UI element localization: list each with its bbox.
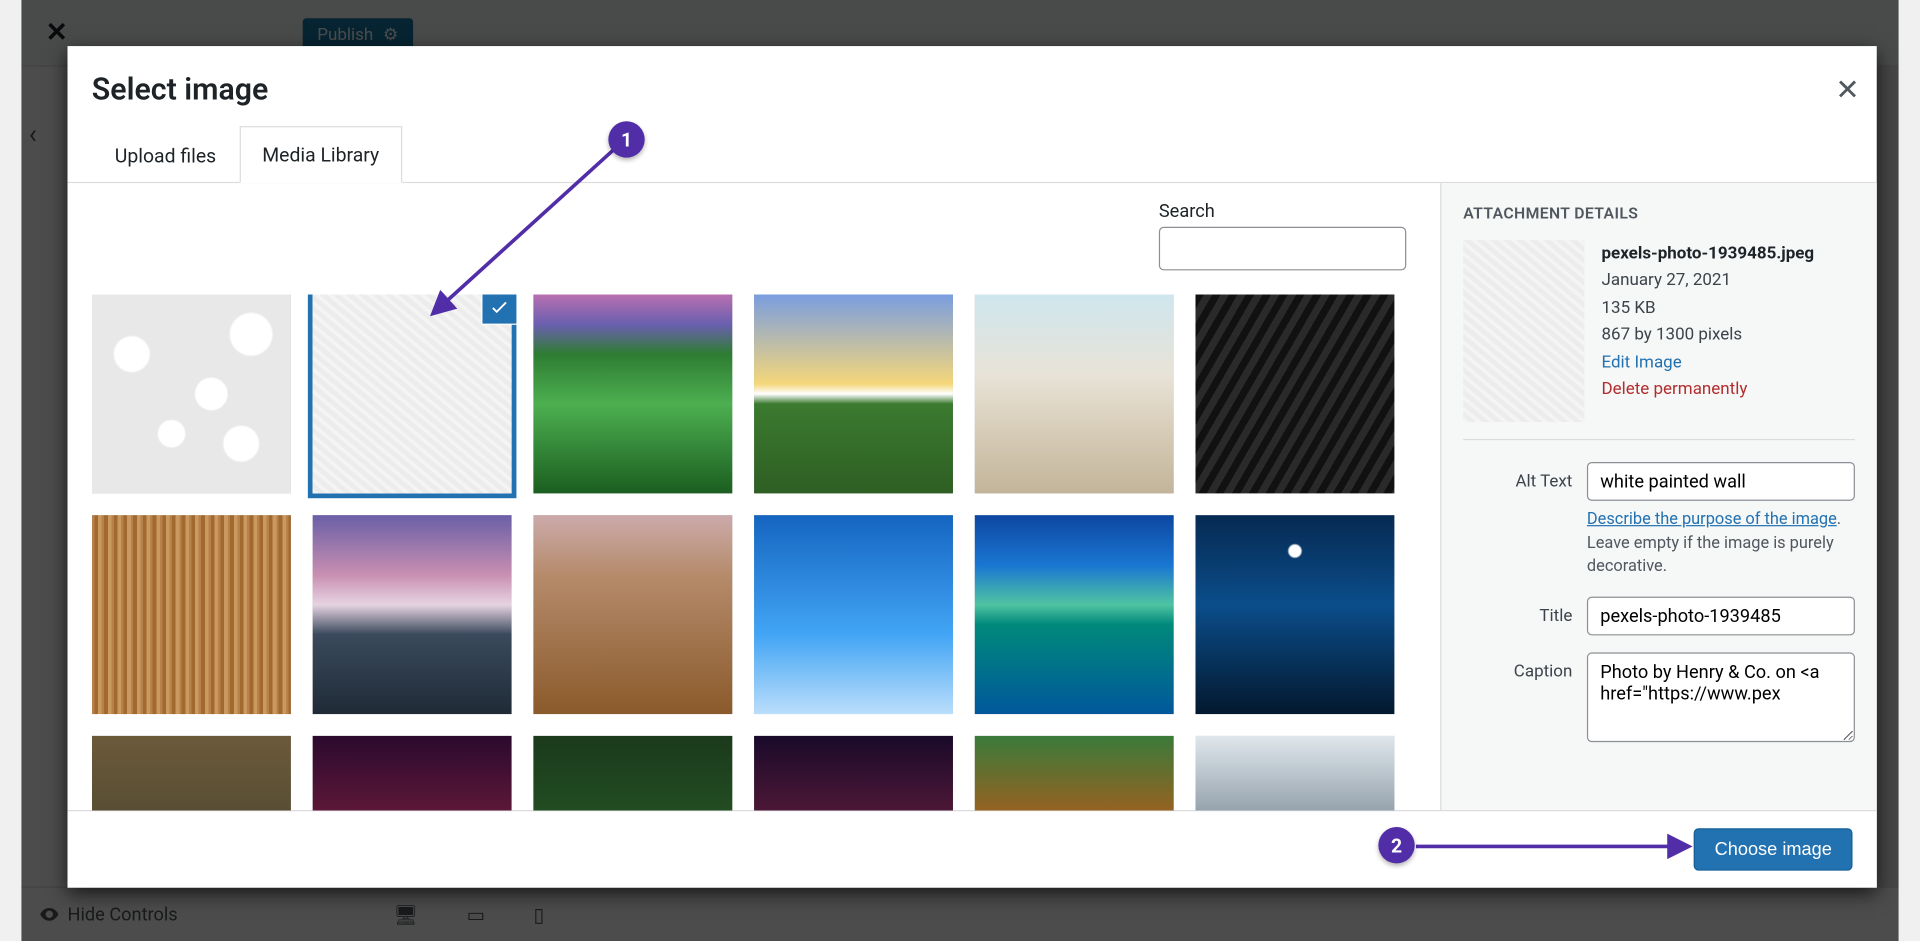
search-input[interactable] [1159, 227, 1406, 271]
media-thumb[interactable] [1195, 515, 1394, 714]
choose-image-button[interactable]: Choose image [1694, 828, 1853, 870]
modal-header: Select image ✕ [68, 46, 1877, 113]
attachment-meta-row: pexels-photo-1939485.jpeg January 27, 20… [1463, 240, 1855, 422]
callout-2: 2 [1378, 827, 1414, 863]
alt-help-link[interactable]: Describe the purpose of the image [1587, 509, 1837, 528]
media-thumb[interactable] [754, 295, 953, 494]
separator [1463, 439, 1855, 440]
media-thumb[interactable] [975, 736, 1174, 810]
attachment-details-heading: ATTACHMENT DETAILS [1463, 205, 1855, 223]
media-library-area: Search [68, 183, 1441, 810]
caption-textarea[interactable] [1587, 652, 1855, 742]
media-thumb[interactable] [92, 295, 291, 494]
search-group: Search [1159, 200, 1406, 270]
media-grid-scroll[interactable] [92, 295, 1416, 810]
media-thumb[interactable] [533, 736, 732, 810]
select-image-modal: Select image ✕ Upload files Media Librar… [68, 46, 1877, 888]
delete-permanently-link[interactable]: Delete permanently [1601, 376, 1814, 403]
alt-text-label: Alt Text [1463, 462, 1572, 491]
tab-media-library[interactable]: Media Library [239, 126, 402, 183]
callout-1: 1 [608, 121, 644, 157]
title-input[interactable] [1587, 596, 1855, 635]
tab-upload-files[interactable]: Upload files [92, 127, 239, 183]
media-thumb[interactable] [533, 295, 732, 494]
edit-image-link[interactable]: Edit Image [1601, 349, 1814, 376]
attachment-dimensions: 867 by 1300 pixels [1601, 322, 1814, 349]
media-thumb[interactable] [312, 736, 511, 810]
modal-tabs: Upload files Media Library [68, 113, 1877, 183]
alt-text-row: Alt Text Describe the purpose of the ima… [1463, 462, 1855, 579]
attachment-thumbnail [1463, 240, 1584, 422]
media-thumb[interactable] [1195, 295, 1394, 494]
media-grid [92, 295, 1409, 810]
search-label: Search [1159, 200, 1406, 222]
media-thumb[interactable] [533, 515, 732, 714]
check-icon [482, 295, 516, 324]
attachment-filename: pexels-photo-1939485.jpeg [1601, 240, 1814, 267]
modal-body: Search [68, 183, 1877, 810]
media-thumb[interactable] [1195, 736, 1394, 810]
alt-text-help: Describe the purpose of the image. Leave… [1587, 508, 1855, 579]
media-thumb[interactable] [975, 295, 1174, 494]
media-thumb[interactable] [92, 515, 291, 714]
attachment-details-sidebar: ATTACHMENT DETAILS pexels-photo-1939485.… [1440, 183, 1877, 810]
caption-label: Caption [1463, 652, 1572, 681]
media-thumb[interactable] [754, 736, 953, 810]
attachment-date: January 27, 2021 [1601, 267, 1814, 294]
caption-row: Caption [1463, 652, 1855, 747]
media-thumb[interactable] [975, 515, 1174, 714]
media-thumb[interactable] [92, 736, 291, 810]
alt-text-input[interactable] [1587, 462, 1855, 501]
media-thumb[interactable] [312, 515, 511, 714]
modal-footer: Choose image [68, 810, 1877, 888]
media-thumb[interactable] [754, 515, 953, 714]
modal-title: Select image [92, 73, 1853, 108]
title-row: Title [1463, 596, 1855, 635]
modal-close-button[interactable]: ✕ [1835, 73, 1859, 107]
attachment-meta: pexels-photo-1939485.jpeg January 27, 20… [1601, 240, 1814, 422]
attachment-size: 135 KB [1601, 294, 1814, 321]
media-thumb-selected[interactable] [312, 295, 511, 494]
title-label: Title [1463, 596, 1572, 625]
